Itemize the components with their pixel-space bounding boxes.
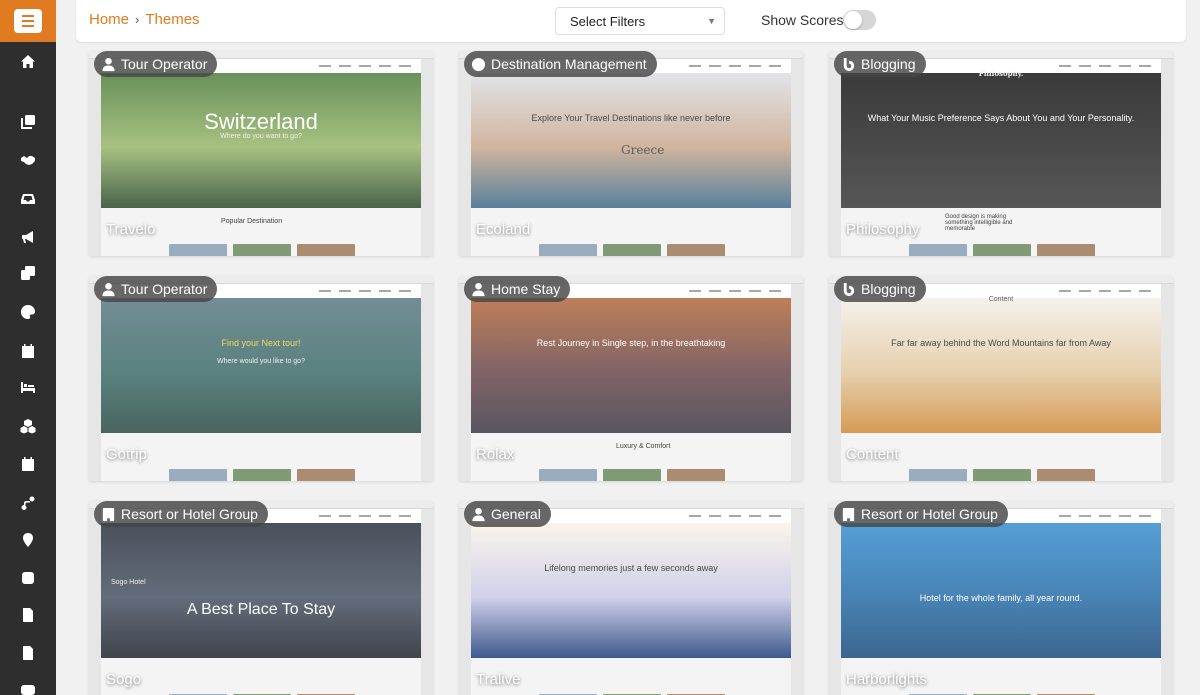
- preview-overlay: [471, 509, 791, 695]
- theme-preview: A Best Place To Stay Sogo Hotel: [101, 509, 421, 695]
- category-badge: Resort or Hotel Group: [94, 501, 268, 527]
- category-label: General: [491, 506, 541, 522]
- category-label: Blogging: [861, 281, 916, 297]
- category-label: Tour Operator: [121, 56, 208, 72]
- theme-card-tralive[interactable]: Lifelong memories just a few seconds awa…: [459, 501, 803, 695]
- hotel-icon: [101, 507, 116, 522]
- calendar-grid-icon[interactable]: [0, 453, 56, 475]
- palette-icon[interactable]: [0, 301, 56, 323]
- cubes-icon[interactable]: [0, 415, 56, 437]
- preview-overlay: [841, 509, 1161, 695]
- person-icon: [101, 282, 116, 297]
- clone-icon[interactable]: [0, 262, 56, 284]
- chevron-down-icon: ▼: [707, 16, 716, 26]
- inbox-icon[interactable]: [0, 188, 56, 210]
- category-label: Tour Operator: [121, 281, 208, 297]
- breadcrumb-separator: ›: [135, 12, 140, 27]
- blog-icon: [841, 57, 856, 72]
- blog-icon[interactable]: [0, 567, 56, 589]
- theme-name: Philosophy: [846, 221, 920, 238]
- theme-card-travelo[interactable]: Switzerland Where do you want to go? Popul…: [89, 51, 433, 256]
- theme-card-gotrip[interactable]: Find your Next tour! Where would you like…: [89, 276, 433, 481]
- toggle-knob: [844, 11, 862, 29]
- theme-card-rolax[interactable]: Rest Journey in Single step, in the brea…: [459, 276, 803, 481]
- category-label: Blogging: [861, 56, 916, 72]
- globe-icon: [471, 57, 486, 72]
- theme-preview: Rest Journey in Single step, in the brea…: [471, 284, 791, 481]
- bed-icon[interactable]: [0, 376, 56, 398]
- person-icon: [101, 57, 116, 72]
- category-badge: Blogging: [834, 276, 926, 302]
- theme-name: Ecoland: [476, 221, 531, 238]
- theme-name: Rolax: [476, 446, 515, 463]
- theme-card-ecoland[interactable]: Explore Your Travel Destinations like ne…: [459, 51, 803, 256]
- file-word-icon[interactable]: [0, 604, 56, 626]
- breadcrumb: Home › Themes: [89, 11, 200, 28]
- category-label: Resort or Hotel Group: [121, 506, 258, 522]
- category-badge: General: [464, 501, 551, 527]
- breadcrumb-home-link[interactable]: Home: [89, 11, 129, 28]
- theme-name: Sogo: [106, 671, 142, 688]
- category-badge: Home Stay: [464, 276, 571, 302]
- copy-icon[interactable]: [0, 111, 56, 133]
- theme-name: Content: [846, 446, 899, 463]
- person-icon: [471, 282, 486, 297]
- category-badge: Tour Operator: [94, 276, 218, 302]
- location-pin-icon[interactable]: [0, 529, 56, 551]
- sidebar: [0, 0, 56, 695]
- filters-select-value: Select Filters: [570, 14, 646, 29]
- menu-icon: [14, 9, 42, 33]
- theme-preview: Find your Next tour! Where would you like…: [101, 284, 421, 481]
- category-label: Resort or Hotel Group: [861, 506, 998, 522]
- category-badge: Destination Management: [464, 51, 657, 77]
- category-label: Home Stay: [491, 281, 561, 297]
- hotel-icon: [841, 507, 856, 522]
- theme-name: Tralive: [476, 671, 521, 688]
- filters-select[interactable]: Select Filters ▼: [555, 7, 725, 35]
- person-icon: [471, 507, 486, 522]
- route-icon[interactable]: [0, 492, 56, 514]
- category-badge: Resort or Hotel Group: [834, 501, 1008, 527]
- category-badge: Blogging: [834, 51, 926, 77]
- show-scores-label: Show Scores: [761, 12, 844, 28]
- top-bar: Home › Themes Select Filters ▼ Show Scor…: [76, 0, 1186, 42]
- category-label: Destination Management: [491, 56, 647, 72]
- youtube-icon[interactable]: [0, 679, 56, 695]
- preview-overlay: [101, 509, 421, 695]
- theme-card-content[interactable]: Far far away behind the Word Mountains f…: [829, 276, 1173, 481]
- theme-preview: Lifelong memories just a few seconds awa…: [471, 509, 791, 695]
- megaphone-icon[interactable]: [0, 226, 56, 248]
- breadcrumb-current: Themes: [145, 11, 200, 28]
- show-scores-toggle[interactable]: [843, 10, 876, 30]
- blog-icon: [841, 282, 856, 297]
- home-icon[interactable]: [0, 51, 56, 73]
- theme-card-harborlights[interactable]: Hotel for the whole family, all year rou…: [829, 501, 1173, 695]
- theme-card-sogo[interactable]: A Best Place To Stay Sogo Hotel Sogo Resort…: [89, 501, 433, 695]
- menu-toggle-button[interactable]: [0, 0, 56, 42]
- preview-overlay: [471, 284, 791, 481]
- calendar-icon[interactable]: [0, 340, 56, 362]
- theme-card-philosophy[interactable]: What Your Music Preference Says About Yo…: [829, 51, 1173, 256]
- theme-name: Gotrip: [106, 446, 147, 463]
- theme-name: Travelo: [106, 221, 156, 238]
- handshake-icon[interactable]: [0, 149, 56, 171]
- theme-name: Harborlights: [846, 671, 927, 688]
- category-badge: Tour Operator: [94, 51, 218, 77]
- preview-overlay: [101, 284, 421, 481]
- file-lines-icon[interactable]: [0, 642, 56, 664]
- theme-preview: Hotel for the whole family, all year rou…: [841, 509, 1161, 695]
